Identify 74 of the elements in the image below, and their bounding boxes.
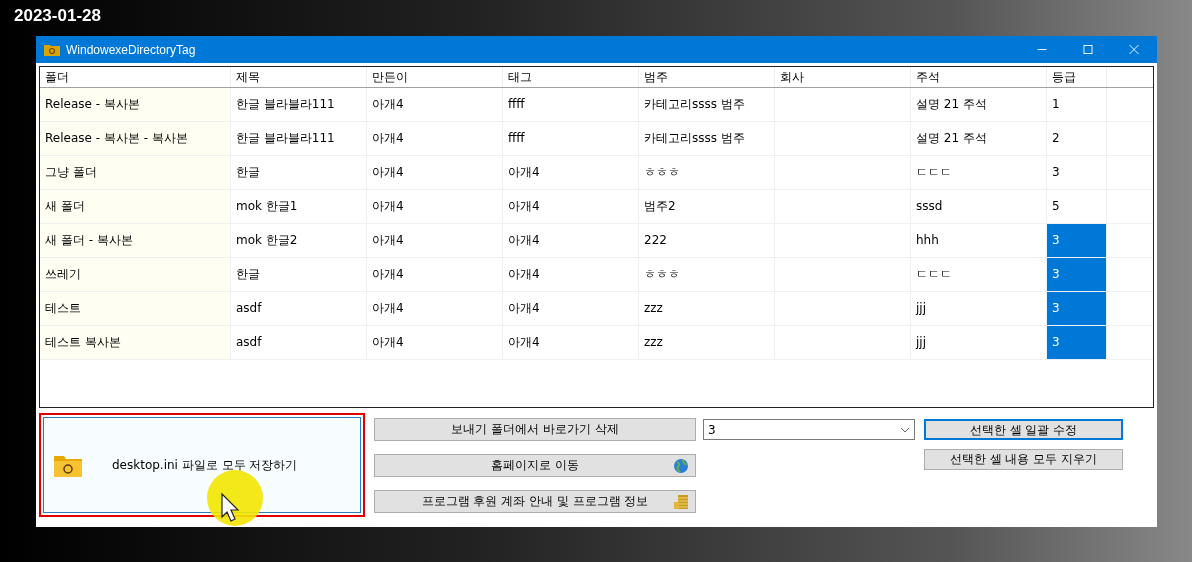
table-cell[interactable]: 그냥 폴더: [40, 156, 231, 189]
table-cell[interactable]: 아개4: [367, 258, 503, 291]
table-cell[interactable]: sssd: [911, 190, 1047, 223]
column-header[interactable]: 범주: [639, 67, 775, 87]
table-cell[interactable]: ffff: [503, 88, 639, 121]
chevron-down-icon: [900, 426, 910, 433]
save-button[interactable]: desktop.ini 파일로 모두 저장하기: [43, 417, 361, 513]
table-cell[interactable]: 아개4: [503, 326, 639, 359]
table-cell[interactable]: 3: [1047, 224, 1107, 257]
table-cell[interactable]: 새 폴더 - 복사본: [40, 224, 231, 257]
table-cell[interactable]: 2: [1047, 122, 1107, 155]
table-cell[interactable]: 아개4: [503, 224, 639, 257]
column-header[interactable]: 등급: [1047, 67, 1107, 87]
table-cell[interactable]: 테스트 복사본: [40, 326, 231, 359]
table-cell[interactable]: ㅎㅎㅎ: [639, 156, 775, 189]
table-cell[interactable]: 아개4: [367, 292, 503, 325]
column-header[interactable]: 주석: [911, 67, 1047, 87]
table-cell[interactable]: 아개4: [367, 224, 503, 257]
table-cell[interactable]: zzz: [639, 326, 775, 359]
window-title: WindowexeDirectoryTag: [66, 42, 196, 57]
table-cell[interactable]: mok 한글2: [231, 224, 367, 257]
table-cell[interactable]: Release - 복사본: [40, 88, 231, 121]
action-button[interactable]: 프로그램 후원 계좌 안내 및 프로그램 정보: [374, 490, 696, 513]
table-cell[interactable]: asdf: [231, 292, 367, 325]
table-cell[interactable]: 3: [1047, 326, 1107, 359]
column-header[interactable]: 회사: [775, 67, 911, 87]
table-cell[interactable]: 아개4: [503, 190, 639, 223]
globe-icon: [673, 458, 689, 474]
table-cell[interactable]: ffff: [503, 122, 639, 155]
table-cell[interactable]: 설명 21 주석: [911, 122, 1047, 155]
column-header[interactable]: 제목: [231, 67, 367, 87]
folder-icon: [44, 43, 60, 56]
grade-dropdown[interactable]: 3: [703, 419, 915, 440]
table-cell[interactable]: 카테고리ssss 범주: [639, 88, 775, 121]
column-header[interactable]: 태그: [503, 67, 639, 87]
table-cell[interactable]: 새 폴더: [40, 190, 231, 223]
action-button[interactable]: 보내기 폴더에서 바로가기 삭제: [374, 418, 696, 441]
table-cell[interactable]: 3: [1047, 292, 1107, 325]
table-cell[interactable]: 1: [1047, 88, 1107, 121]
table-cell[interactable]: Release - 복사본 - 복사본: [40, 122, 231, 155]
table-cell[interactable]: 아개4: [367, 190, 503, 223]
table-cell[interactable]: ㅎㅎㅎ: [639, 258, 775, 291]
table-cell[interactable]: 아개4: [503, 156, 639, 189]
coins-icon: [673, 494, 689, 510]
table-cell[interactable]: 아개4: [503, 258, 639, 291]
table-cell[interactable]: 한글 블라블라111: [231, 122, 367, 155]
table-cell[interactable]: asdf: [231, 326, 367, 359]
action-button[interactable]: 홈페이지로 이동: [374, 454, 696, 477]
table-cell[interactable]: 한글: [231, 156, 367, 189]
column-header[interactable]: 폴더: [40, 67, 231, 87]
date-label: 2023-01-28: [14, 6, 101, 26]
table-cell[interactable]: 설명 21 주석: [911, 88, 1047, 121]
table-cell[interactable]: 222: [639, 224, 775, 257]
table-cell[interactable]: 아개4: [367, 326, 503, 359]
table-cell[interactable]: zzz: [639, 292, 775, 325]
table-cell[interactable]: 한글 블라블라111: [231, 88, 367, 121]
table-cell[interactable]: 아개4: [367, 88, 503, 121]
table-cell[interactable]: 테스트: [40, 292, 231, 325]
action-button[interactable]: 선택한 셀 일괄 수정: [924, 419, 1123, 440]
table-cell[interactable]: 3: [1047, 258, 1107, 291]
table-cell[interactable]: 아개4: [503, 292, 639, 325]
table-cell[interactable]: 범주2: [639, 190, 775, 223]
table-cell[interactable]: 5: [1047, 190, 1107, 223]
column-header[interactable]: 만든이: [367, 67, 503, 87]
table-cell[interactable]: 한글: [231, 258, 367, 291]
table-cell[interactable]: 카테고리ssss 범주: [639, 122, 775, 155]
table-cell[interactable]: 쓰레기: [40, 258, 231, 291]
folder-icon: [54, 453, 82, 477]
table-cell[interactable]: 아개4: [367, 122, 503, 155]
table-cell[interactable]: 아개4: [367, 156, 503, 189]
table-cell[interactable]: 3: [1047, 156, 1107, 189]
table-cell[interactable]: mok 한글1: [231, 190, 367, 223]
table-cell[interactable]: ㄷㄷㄷ: [911, 156, 1047, 189]
action-button[interactable]: 선택한 셀 내용 모두 지우기: [924, 449, 1123, 470]
